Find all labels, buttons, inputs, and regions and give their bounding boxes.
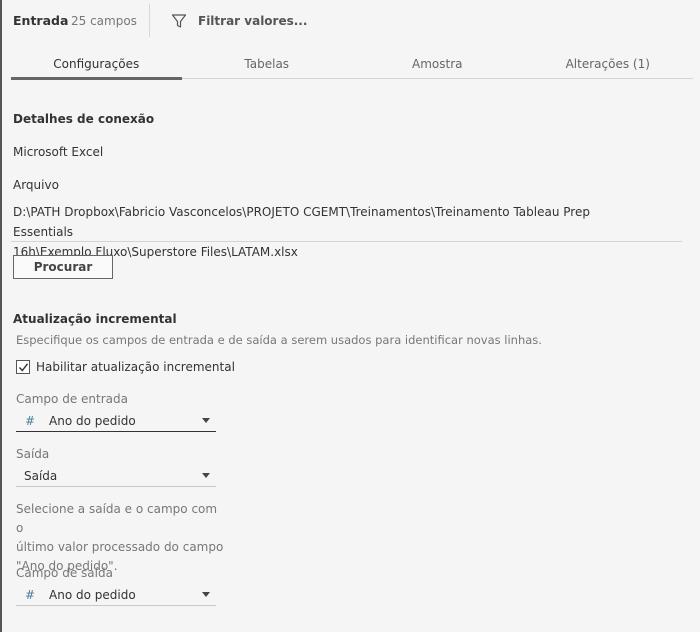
output-field-value: Ano do pedido (49, 587, 136, 602)
output-value: Saída (24, 468, 58, 483)
connection-type: Microsoft Excel (13, 145, 104, 159)
caret-down-icon (202, 592, 210, 597)
file-path: D:\PATH Dropbox\Fabricio Vasconcelos\PRO… (13, 202, 653, 262)
input-field-label: Campo de entrada (16, 392, 128, 406)
funnel-icon (171, 14, 187, 28)
tab-alteracoes[interactable]: Alterações (1) (523, 54, 694, 78)
filter-values-label: Filtrar valores... (198, 14, 308, 28)
tab-tabelas[interactable]: Tabelas (182, 54, 353, 78)
connection-details-heading: Detalhes de conexão (13, 112, 155, 126)
incremental-refresh-hint: Especifique os campos de entrada e de sa… (16, 333, 542, 347)
field-count: 25 campos (71, 14, 137, 28)
input-header: Entrada 25 campos Filtrar valores... (13, 0, 693, 42)
caret-down-icon (202, 418, 210, 423)
left-panel-edge (0, 0, 2, 632)
enable-incremental-refresh-label: Habilitar atualização incremental (36, 360, 235, 374)
output-field-select[interactable]: # Ano do pedido (16, 584, 216, 606)
path-divider (11, 241, 682, 242)
tab-configuracoes[interactable]: Configurações (11, 54, 182, 80)
output-label: Saída (16, 447, 50, 461)
input-title: Entrada (13, 13, 69, 28)
incremental-refresh-heading: Atualização incremental (13, 312, 177, 326)
tab-bar: Configurações Tabelas Amostra Alterações… (11, 54, 694, 80)
filter-values-button[interactable]: Filtrar valores... (171, 12, 307, 30)
output-select[interactable]: Saída (16, 465, 216, 487)
checkbox-box[interactable] (16, 360, 30, 374)
browse-button[interactable]: Procurar (13, 255, 113, 279)
output-description: Selecione a saída e o campo com o último… (16, 500, 226, 576)
file-path-line-1: D:\PATH Dropbox\Fabricio Vasconcelos\PRO… (13, 205, 590, 239)
output-description-line-1: Selecione a saída e o campo com o (16, 502, 218, 535)
tab-amostra[interactable]: Amostra (352, 54, 523, 78)
output-field-label: Campo de saída (16, 566, 113, 580)
check-icon (18, 362, 28, 372)
file-label: Arquivo (13, 178, 59, 192)
hash-icon: # (25, 413, 36, 428)
input-field-select[interactable]: # Ano do pedido (16, 410, 216, 432)
caret-down-icon (202, 473, 210, 478)
header-divider (149, 4, 150, 37)
output-description-line-2: último valor processado do campo (16, 540, 224, 554)
hash-icon: # (25, 587, 36, 602)
input-field-value: Ano do pedido (49, 413, 136, 428)
enable-incremental-refresh-checkbox[interactable]: Habilitar atualização incremental (16, 360, 235, 374)
